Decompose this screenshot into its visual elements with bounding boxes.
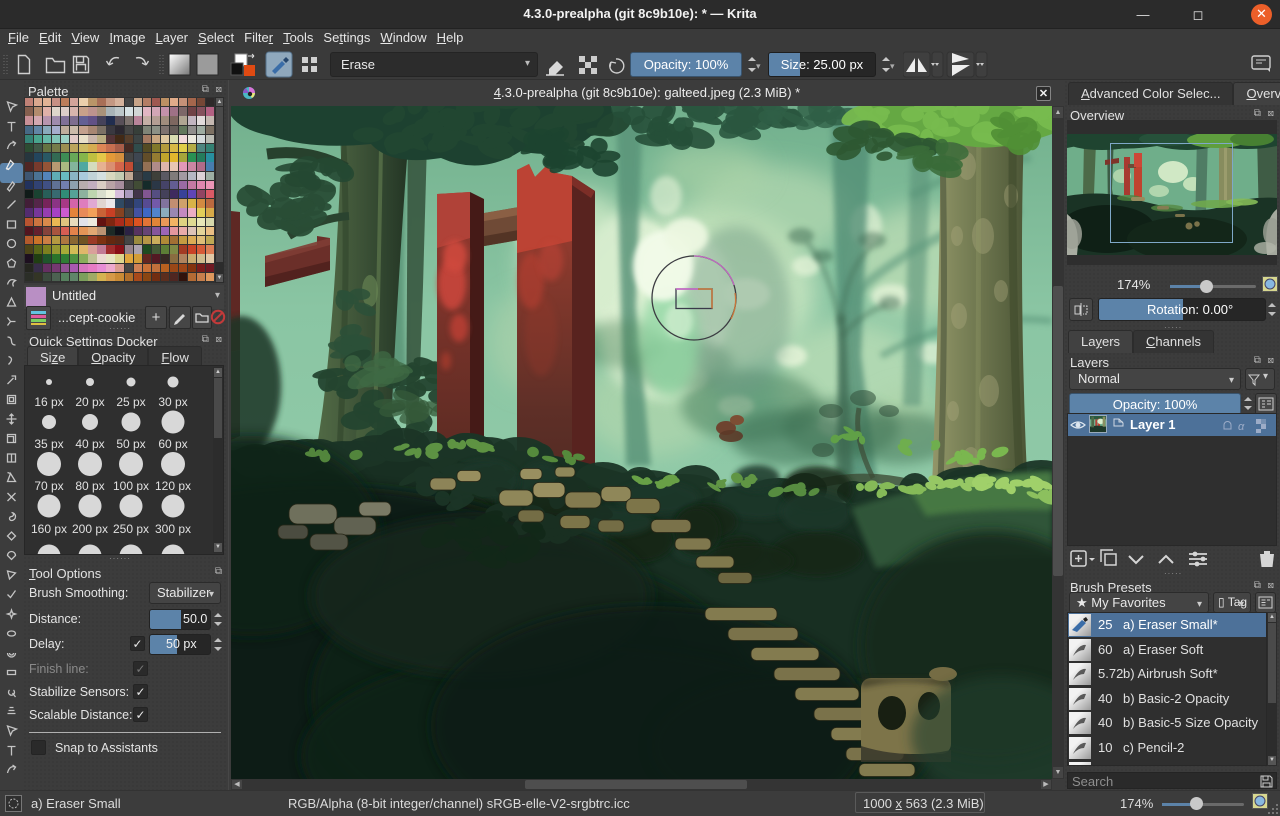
svg-text:70 px: 70 px bbox=[34, 479, 63, 493]
svg-text:250 px: 250 px bbox=[113, 522, 149, 536]
svg-text:50 px: 50 px bbox=[116, 437, 145, 451]
svg-text:120 px: 120 px bbox=[155, 479, 191, 493]
svg-text:100 px: 100 px bbox=[113, 479, 149, 493]
svg-text:35 px: 35 px bbox=[34, 437, 63, 451]
svg-text:160 px: 160 px bbox=[31, 522, 67, 536]
svg-text:40 px: 40 px bbox=[75, 437, 104, 451]
svg-text:α: α bbox=[1238, 421, 1245, 433]
svg-text:30 px: 30 px bbox=[158, 395, 187, 409]
svg-text:300 px: 300 px bbox=[155, 522, 191, 536]
svg-text:16 px: 16 px bbox=[34, 395, 63, 409]
svg-text:60 px: 60 px bbox=[158, 437, 187, 451]
svg-text:25 px: 25 px bbox=[116, 395, 145, 409]
svg-text:80 px: 80 px bbox=[75, 479, 104, 493]
svg-text:20 px: 20 px bbox=[75, 395, 104, 409]
svg-text:200 px: 200 px bbox=[72, 522, 108, 536]
